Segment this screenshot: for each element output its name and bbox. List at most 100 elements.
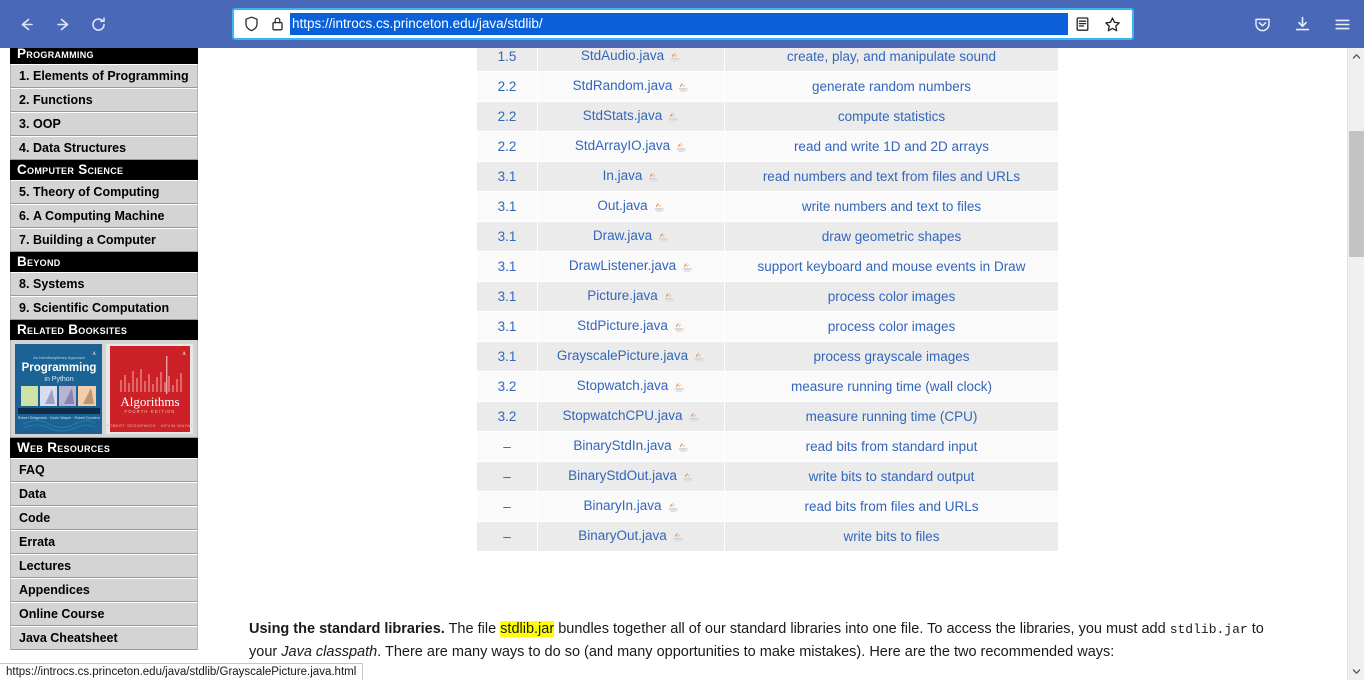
library-description-link[interactable]: write numbers and text to files bbox=[724, 192, 1058, 221]
table-row: 3.1 In.java read numbers and text from fil… bbox=[477, 162, 1058, 191]
sidebar-item-label: Functions bbox=[33, 93, 93, 107]
library-file-link[interactable]: StdStats.java bbox=[537, 102, 724, 131]
library-description-link[interactable]: write bits to files bbox=[724, 522, 1058, 551]
library-description-link[interactable]: compute statistics bbox=[724, 102, 1058, 131]
library-file-link[interactable]: Stopwatch.java bbox=[537, 372, 724, 401]
library-description-link[interactable]: support keyboard and mouse events in Dra… bbox=[724, 252, 1058, 281]
sidebar-item-errata[interactable]: Errata bbox=[10, 530, 198, 554]
table-row: 3.1 Picture.java process color images bbox=[477, 282, 1058, 311]
sidebar-item-online-course[interactable]: Online Course bbox=[10, 602, 198, 626]
sidebar-item-scientific-computation[interactable]: 9. Scientific Computation bbox=[10, 296, 198, 320]
svg-text:FOURTH EDITION: FOURTH EDITION bbox=[125, 409, 176, 414]
library-description-link[interactable]: generate random numbers bbox=[724, 72, 1058, 101]
sidebar-item-oop[interactable]: 3. OOP bbox=[10, 112, 198, 136]
library-file-link[interactable]: Out.java bbox=[537, 192, 724, 221]
java-file-icon bbox=[693, 349, 705, 366]
library-file-label: StdStats.java bbox=[582, 107, 663, 123]
table-row: 3.1 Out.java write numbers and text to fil… bbox=[477, 192, 1058, 221]
algorithms-book-cover[interactable]: A Algorithms FOURTH EDITION ROBERT SEDGE… bbox=[106, 344, 193, 434]
library-file-link[interactable]: BinaryOut.java bbox=[537, 522, 724, 551]
lock-icon[interactable] bbox=[264, 11, 290, 37]
library-description-link[interactable]: process color images bbox=[724, 282, 1058, 311]
forward-button[interactable] bbox=[44, 7, 80, 41]
vertical-scrollbar[interactable] bbox=[1347, 48, 1364, 680]
reload-button[interactable] bbox=[80, 7, 116, 41]
java-file-icon bbox=[663, 289, 675, 306]
scroll-down-arrow-icon[interactable] bbox=[1348, 663, 1364, 680]
library-file-link[interactable]: StopwatchCPU.java bbox=[537, 402, 724, 431]
sidebar-item-a-computing-machine[interactable]: 6. A Computing Machine bbox=[10, 204, 198, 228]
downloads-icon[interactable] bbox=[1286, 8, 1318, 40]
library-file-link[interactable]: In.java bbox=[537, 162, 724, 191]
library-description-link[interactable]: process grayscale images bbox=[724, 342, 1058, 371]
star-bookmark-icon[interactable] bbox=[1098, 11, 1126, 37]
library-description-link[interactable]: write bits to standard output bbox=[724, 462, 1058, 491]
sidebar-item-faq[interactable]: FAQ bbox=[10, 458, 198, 482]
stdlib-jar-link[interactable]: stdlib.jar bbox=[500, 621, 555, 637]
related-booksites: An Interdisciplinary Approach Programmin… bbox=[10, 340, 198, 438]
sidebar-item-code[interactable]: Code bbox=[10, 506, 198, 530]
sidebar-item-label: Theory of Computing bbox=[33, 185, 160, 199]
library-description-link[interactable]: draw geometric shapes bbox=[724, 222, 1058, 251]
library-file-link[interactable]: GrayscalePicture.java bbox=[537, 342, 724, 371]
browser-toolbar: https://introcs.cs.princeton.edu/java/st… bbox=[0, 0, 1364, 48]
library-file-label: Picture.java bbox=[587, 287, 658, 303]
library-description-link[interactable]: measure running time (CPU) bbox=[724, 402, 1058, 431]
library-file-label: DrawListener.java bbox=[568, 257, 677, 273]
library-description-link[interactable]: measure running time (wall clock) bbox=[724, 372, 1058, 401]
sidebar-item-functions[interactable]: 2. Functions bbox=[10, 88, 198, 112]
library-file-link[interactable]: StdPicture.java bbox=[537, 312, 724, 341]
library-file-link[interactable]: BinaryStdIn.java bbox=[537, 432, 724, 461]
svg-text:An Interdisciplinary Approach: An Interdisciplinary Approach bbox=[33, 355, 85, 360]
sidebar-item-theory-of-computing[interactable]: 5. Theory of Computing bbox=[10, 180, 198, 204]
section-number-cell: 3.1 bbox=[477, 222, 537, 251]
library-file-link[interactable]: DrawListener.java bbox=[537, 252, 724, 281]
java-file-icon bbox=[673, 319, 685, 336]
pocket-icon[interactable] bbox=[1246, 8, 1278, 40]
address-bar[interactable]: https://introcs.cs.princeton.edu/java/st… bbox=[232, 8, 1134, 40]
library-description-link[interactable]: read bits from files and URLs bbox=[724, 492, 1058, 521]
sidebar-item-java-cheatsheet[interactable]: Java Cheatsheet bbox=[10, 626, 198, 650]
library-file-link[interactable]: Picture.java bbox=[537, 282, 724, 311]
sidebar-item-appendices[interactable]: Appendices bbox=[10, 578, 198, 602]
table-row: – BinaryStdIn.java read bits from standard… bbox=[477, 432, 1058, 461]
sidebar-item-data[interactable]: Data bbox=[10, 482, 198, 506]
library-file-label: In.java bbox=[602, 167, 643, 183]
shield-icon[interactable] bbox=[238, 11, 264, 37]
java-file-icon bbox=[667, 109, 679, 126]
library-file-label: Stopwatch.java bbox=[576, 377, 669, 393]
library-description-link[interactable]: process color images bbox=[724, 312, 1058, 341]
library-file-label: Draw.java bbox=[592, 227, 653, 243]
library-description-link[interactable]: read and write 1D and 2D arrays bbox=[724, 132, 1058, 161]
url-input[interactable]: https://introcs.cs.princeton.edu/java/st… bbox=[290, 13, 1068, 35]
library-file-link[interactable]: BinaryIn.java bbox=[537, 492, 724, 521]
library-file-link[interactable]: StdArrayIO.java bbox=[537, 132, 724, 161]
library-file-link[interactable]: StdAudio.java bbox=[537, 48, 724, 71]
scrollbar-thumb[interactable] bbox=[1349, 131, 1364, 257]
sidebar-item-building-a-computer[interactable]: 7. Building a Computer bbox=[10, 228, 198, 252]
sidebar-item-elements-of-programming[interactable]: 1. Elements of Programming bbox=[10, 64, 198, 88]
library-description-link[interactable]: read numbers and text from files and URL… bbox=[724, 162, 1058, 191]
sidebar-item-label: Building a Computer bbox=[33, 233, 156, 247]
sidebar-item-number: 1. bbox=[19, 69, 30, 83]
sidebar-item-systems[interactable]: 8. Systems bbox=[10, 272, 198, 296]
library-file-link[interactable]: BinaryStdOut.java bbox=[537, 462, 724, 491]
svg-text:A: A bbox=[92, 352, 96, 357]
programming-in-python-book-cover[interactable]: An Interdisciplinary Approach Programmin… bbox=[15, 344, 102, 434]
library-description-link[interactable]: read bits from standard input bbox=[724, 432, 1058, 461]
library-file-link[interactable]: StdRandom.java bbox=[537, 72, 724, 101]
hamburger-menu-icon[interactable] bbox=[1326, 8, 1358, 40]
svg-text:Algorithms: Algorithms bbox=[120, 394, 179, 409]
java-file-icon bbox=[688, 409, 700, 426]
sidebar-item-data-structures[interactable]: 4. Data Structures bbox=[10, 136, 198, 160]
sidebar-item-number: 4. bbox=[19, 141, 30, 155]
sidebar-item-lectures[interactable]: Lectures bbox=[10, 554, 198, 578]
java-file-icon bbox=[653, 199, 665, 216]
scroll-up-arrow-icon[interactable] bbox=[1348, 48, 1364, 65]
library-file-label: StdArrayIO.java bbox=[574, 137, 671, 153]
sidebar-item-label: OOP bbox=[33, 117, 61, 131]
back-button[interactable] bbox=[8, 7, 44, 41]
library-file-link[interactable]: Draw.java bbox=[537, 222, 724, 251]
reader-view-icon[interactable] bbox=[1068, 11, 1096, 37]
library-description-link[interactable]: create, play, and manipulate sound bbox=[724, 48, 1058, 71]
